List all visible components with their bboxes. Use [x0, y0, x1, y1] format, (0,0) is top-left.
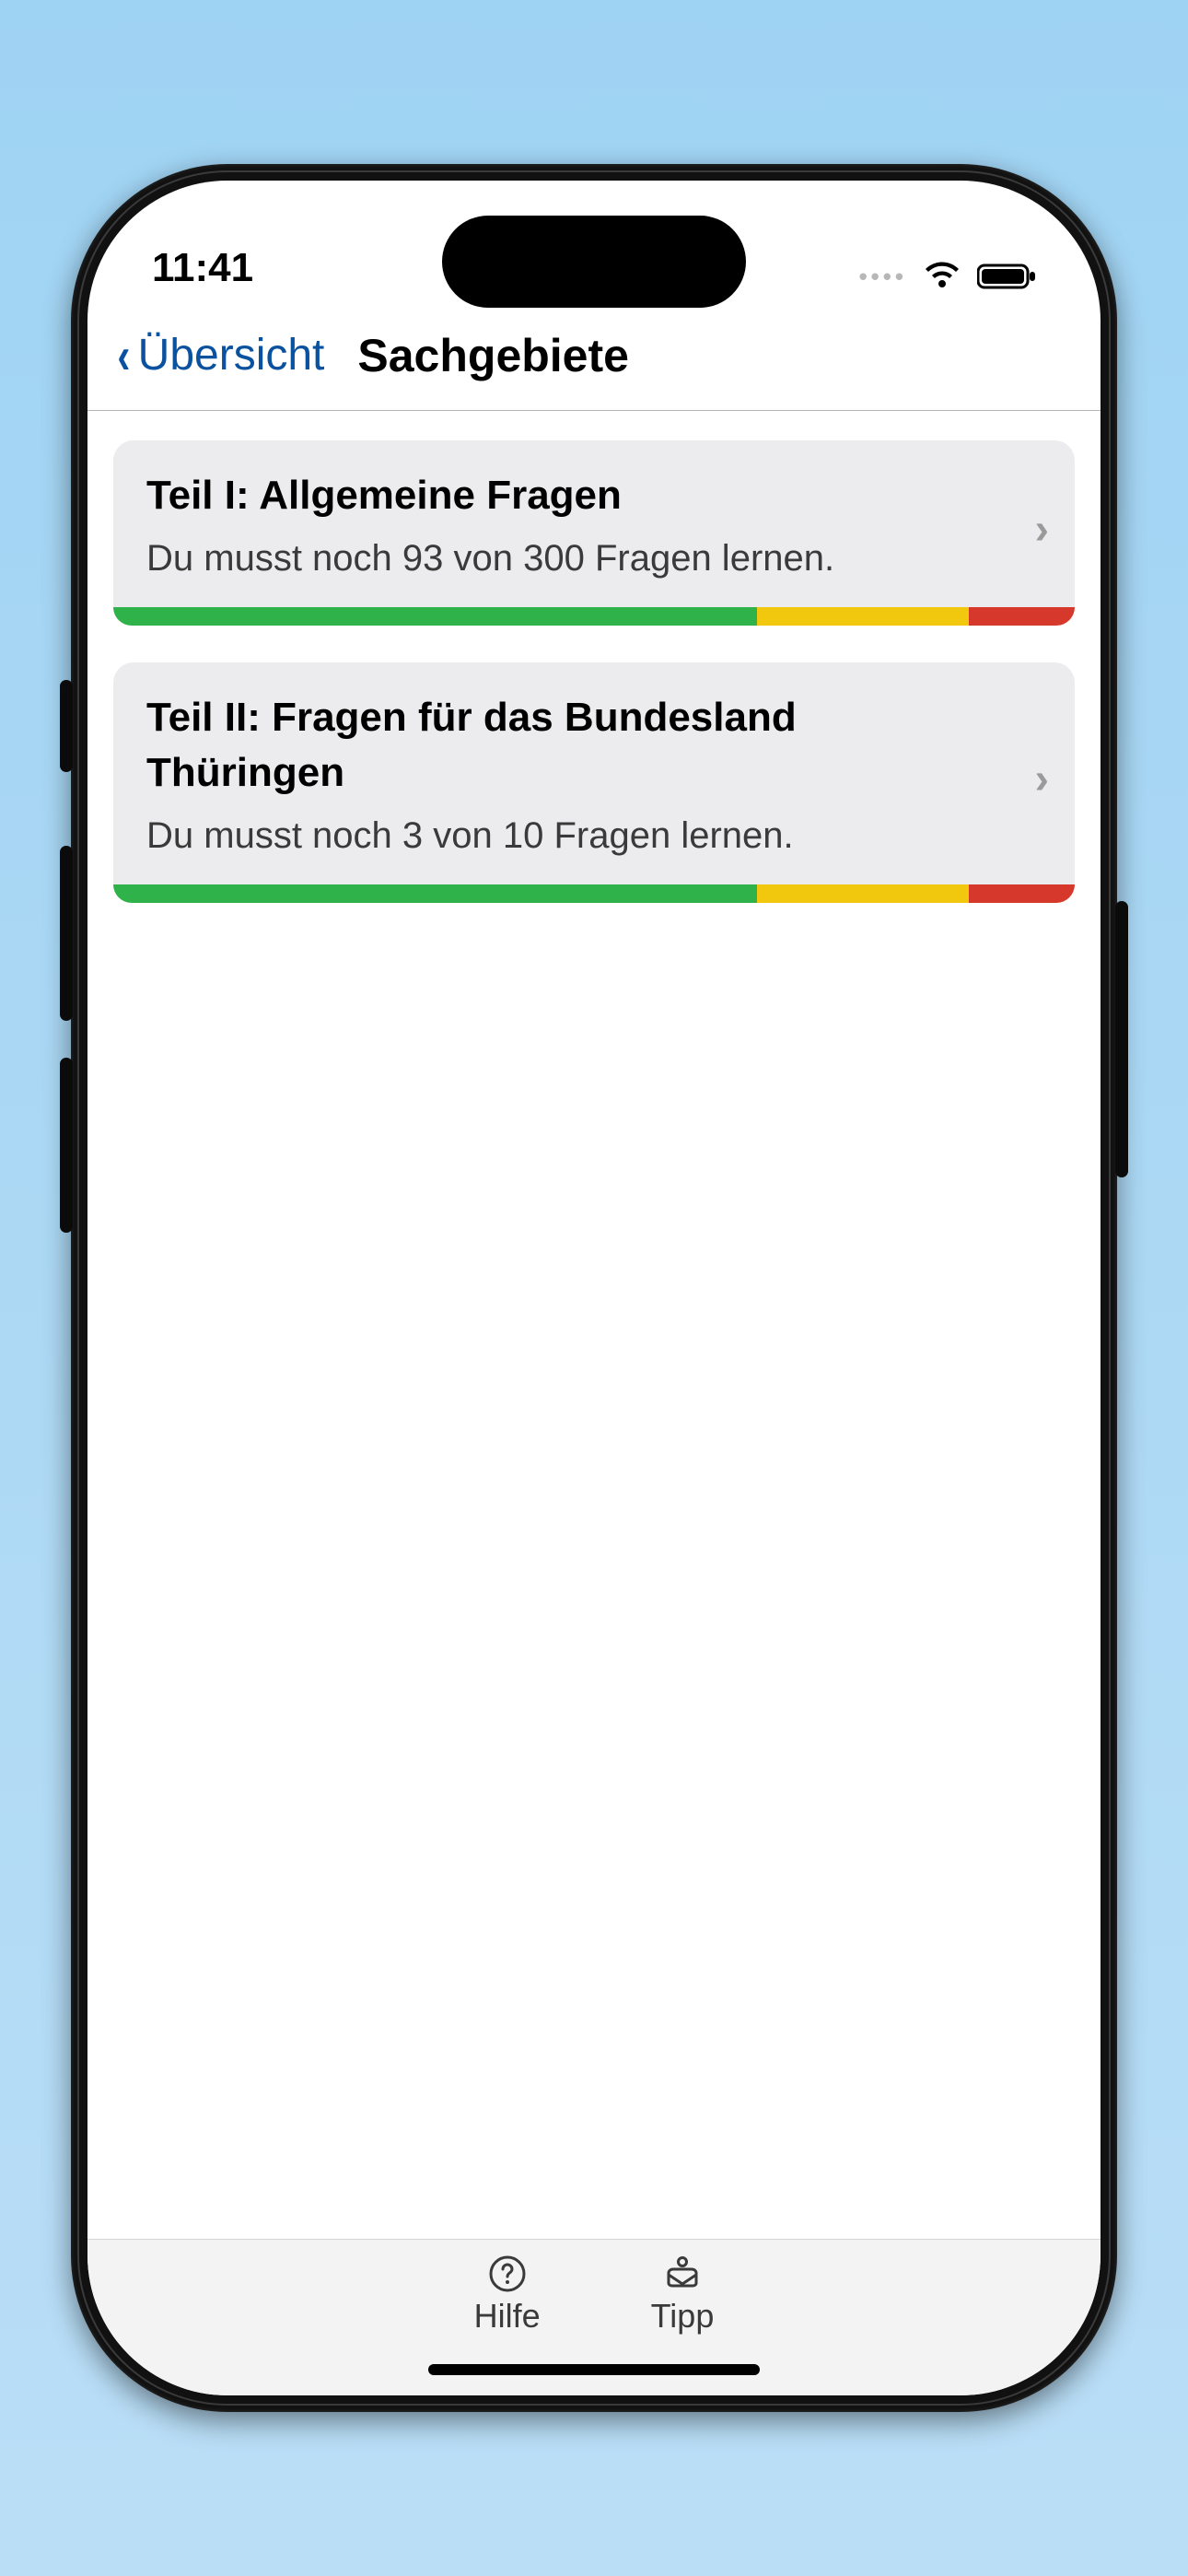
tip-button[interactable]: Tipp [651, 2254, 715, 2336]
cellular-dots-icon: •••• [859, 263, 907, 291]
progress-green [113, 607, 757, 626]
progress-red [969, 607, 1075, 626]
progress-bar [113, 884, 1075, 903]
status-time: 11:41 [152, 245, 253, 291]
screen: 11:41 •••• ‹ [87, 181, 1101, 2395]
card-title: Teil II: Fragen für das Bundesland Thüri… [146, 690, 1042, 800]
card-subtitle: Du musst noch 3 von 10 Fragen lernen. [146, 811, 1042, 861]
home-indicator[interactable] [428, 2364, 760, 2375]
progress-green [113, 884, 757, 903]
chevron-right-icon: › [1035, 753, 1049, 802]
tip-icon [663, 2254, 702, 2293]
help-icon [488, 2254, 527, 2293]
battery-icon [977, 263, 1036, 290]
back-label: Übersicht [138, 330, 325, 381]
help-button[interactable]: Hilfe [474, 2254, 541, 2336]
help-label: Hilfe [474, 2297, 541, 2336]
progress-bar [113, 607, 1075, 626]
progress-red [969, 884, 1075, 903]
side-button-power [1115, 901, 1128, 1177]
tip-label: Tipp [651, 2297, 715, 2336]
side-button-volume-up [60, 846, 73, 1021]
side-button-volume-down [60, 1058, 73, 1233]
category-card-1[interactable]: Teil I: Allgemeine Fragen Du musst noch … [113, 440, 1075, 626]
progress-yellow [757, 884, 969, 903]
page-title: Sachgebiete [357, 329, 629, 382]
back-button[interactable]: ‹ Übersicht [106, 322, 333, 389]
side-button-silence [60, 680, 73, 772]
chevron-right-icon: › [1035, 503, 1049, 553]
nav-bar: ‹ Übersicht Sachgebiete [87, 300, 1101, 411]
wifi-icon [922, 262, 962, 291]
progress-yellow [757, 607, 969, 626]
chevron-left-icon: ‹ [117, 330, 130, 381]
dynamic-island [442, 216, 746, 308]
phone-frame: 11:41 •••• ‹ [71, 164, 1117, 2412]
card-title: Teil I: Allgemeine Fragen [146, 468, 1042, 522]
card-subtitle: Du musst noch 93 von 300 Fragen lernen. [146, 533, 1042, 583]
status-right: •••• [859, 262, 1036, 291]
category-card-2[interactable]: Teil II: Fragen für das Bundesland Thüri… [113, 662, 1075, 903]
content-area[interactable]: Teil I: Allgemeine Fragen Du musst noch … [87, 411, 1101, 2239]
